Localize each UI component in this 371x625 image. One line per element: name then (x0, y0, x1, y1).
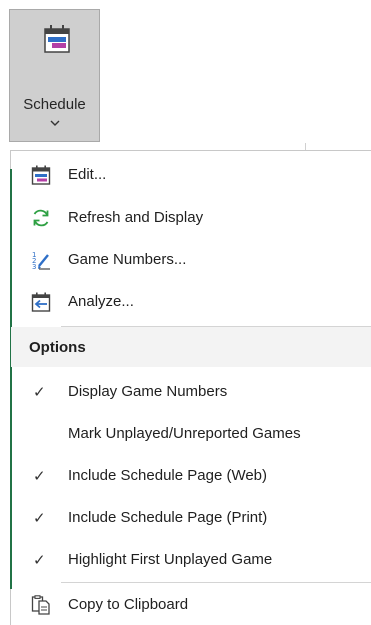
option-label: Mark Unplayed/Unreported Games (68, 425, 301, 442)
option-label: Include Schedule Page (Web) (68, 467, 268, 484)
svg-text:3: 3 (32, 263, 36, 270)
chevron-down-icon (50, 120, 60, 126)
calendar-edit-icon (31, 165, 51, 185)
menu-item-label: Copy to Clipboard (68, 596, 189, 613)
refresh-icon (33, 209, 49, 227)
schedule-ribbon-button[interactable]: Schedule (9, 9, 100, 142)
menu-item-label: Refresh and Display (68, 209, 204, 226)
option-label: Display Game Numbers (68, 383, 228, 400)
checkmark-icon: ✓ (33, 552, 46, 569)
checkmark-icon: ✓ (33, 468, 46, 485)
option-mark-unplayed-games[interactable]: Mark Unplayed/Unreported Games (11, 414, 371, 454)
schedule-calendar-icon (44, 25, 70, 53)
copy-to-clipboard-icon (31, 595, 50, 615)
option-label: Include Schedule Page (Print) (68, 509, 268, 526)
menu-item-label: Edit... (68, 166, 107, 183)
menu-item-game-numbers[interactable]: 1 2 3 Game Numbers... (11, 240, 371, 280)
calendar-analyze-icon (31, 292, 51, 312)
menu-item-analyze[interactable]: Analyze... (11, 282, 371, 322)
checkmark-icon: ✓ (33, 510, 46, 527)
schedule-button-label: Schedule (23, 96, 86, 113)
checkmark-icon: ✓ (33, 384, 46, 401)
menu-item-refresh-and-display[interactable]: Refresh and Display (11, 198, 371, 238)
schedule-dropdown-menu: Edit... Refresh and Display 1 2 3 Game N… (10, 150, 371, 625)
option-include-schedule-page-print[interactable]: ✓ Include Schedule Page (Print) (11, 498, 371, 538)
option-display-game-numbers[interactable]: ✓ Display Game Numbers (11, 372, 371, 412)
menu-item-label: Game Numbers... (68, 251, 187, 268)
options-section-header: Options (11, 327, 371, 367)
numbered-list-edit-icon: 1 2 3 (32, 251, 50, 270)
options-header-label: Options (29, 339, 86, 356)
menu-item-copy-to-clipboard[interactable]: Copy to Clipboard (11, 585, 371, 625)
menu-separator (61, 582, 371, 583)
option-label: Highlight First Unplayed Game (68, 551, 273, 568)
menu-item-label: Analyze... (68, 293, 134, 310)
option-include-schedule-page-web[interactable]: ✓ Include Schedule Page (Web) (11, 456, 371, 496)
menu-item-edit[interactable]: Edit... (11, 155, 371, 195)
option-highlight-first-unplayed-game[interactable]: ✓ Highlight First Unplayed Game (11, 540, 371, 580)
